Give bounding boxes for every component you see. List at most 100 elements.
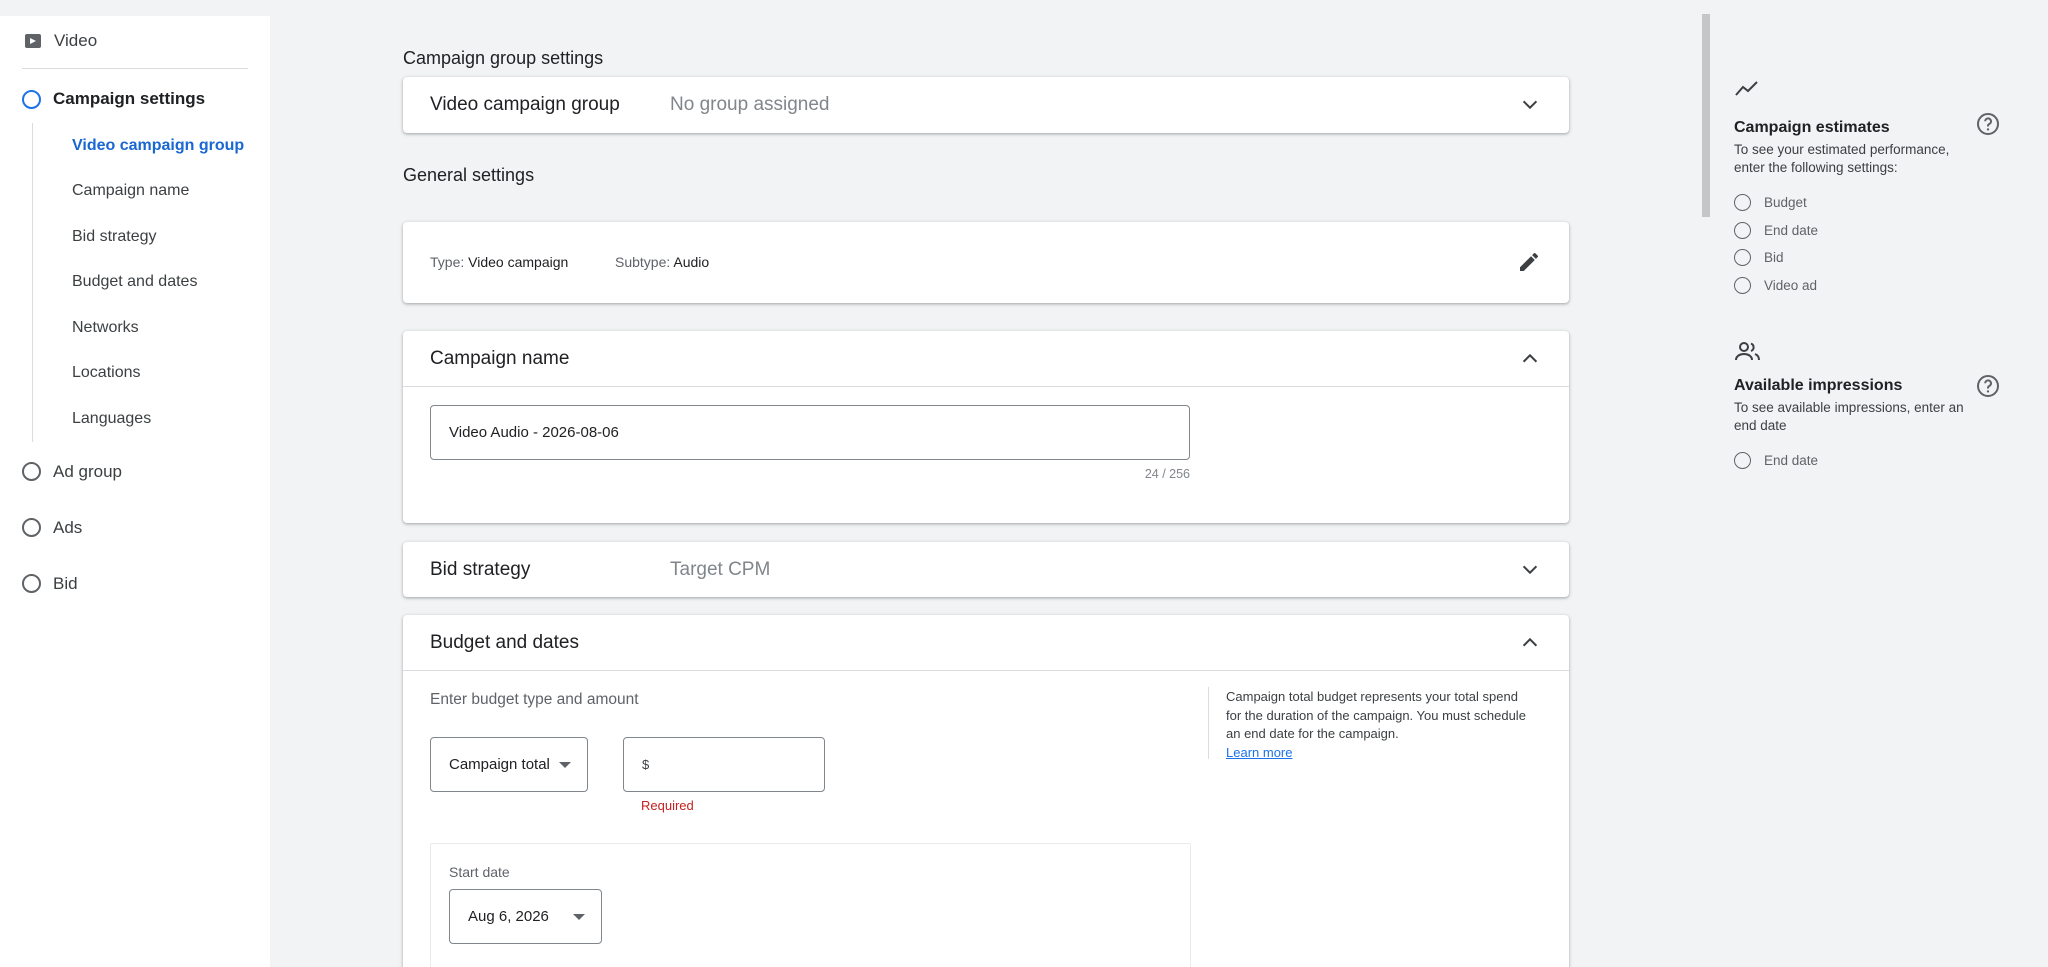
- nav-item-video-label: Video: [54, 31, 98, 50]
- learn-more-link[interactable]: Learn more: [1226, 744, 1536, 763]
- nav-item-video[interactable]: Video: [0, 16, 270, 66]
- budget-header[interactable]: Budget and dates: [403, 615, 1569, 670]
- campaign-name-card: Campaign name Video Audio - 2026-08-06 2…: [403, 331, 1569, 523]
- campaign-name-input[interactable]: Video Audio - 2026-08-06: [430, 405, 1190, 460]
- estimate-item-end-date: End date: [1734, 217, 1974, 245]
- subnav-item-languages[interactable]: Languages: [72, 396, 270, 442]
- required-error: Required: [641, 798, 694, 813]
- subtype-label: Subtype:: [615, 254, 671, 270]
- campaign-group-row[interactable]: Video campaign group No group assigned: [403, 77, 1569, 132]
- estimate-item-bid: Bid: [1734, 244, 1974, 272]
- campaign-group-value: No group assigned: [670, 93, 830, 115]
- budget-type-select[interactable]: Campaign total: [430, 737, 588, 792]
- impressions-checklist: End date: [1734, 447, 1974, 475]
- chevron-up-icon: [1522, 353, 1538, 362]
- impressions-item-end-date: End date: [1734, 447, 1974, 475]
- estimate-item-label: End date: [1764, 222, 1819, 238]
- subnav-item-locations[interactable]: Locations: [72, 351, 270, 397]
- step-circle-icon: [22, 462, 41, 481]
- campaign-name-header[interactable]: Campaign name: [403, 331, 1569, 386]
- people-icon: [1735, 342, 1760, 361]
- nav-divider: [22, 68, 248, 69]
- step-circle-icon: [22, 518, 41, 537]
- budget-and-dates-card: Budget and dates Enter budget type and a…: [403, 615, 1569, 967]
- bid-strategy-label: Bid strategy: [430, 558, 531, 580]
- general-settings-title: General settings: [403, 165, 535, 185]
- campaign-type-card: Type: Video campaign Subtype: Audio: [403, 222, 1569, 303]
- estimate-item-video-ad: Video ad: [1734, 272, 1974, 300]
- budget-type-value: Campaign total: [449, 756, 550, 773]
- radio-empty-icon: [1734, 221, 1751, 239]
- available-impressions-panel: Available impressions To see available i…: [1734, 340, 1974, 475]
- nav-step-campaign-settings[interactable]: Campaign settings: [0, 75, 270, 123]
- bid-strategy-card: Bid strategy Target CPM: [403, 542, 1569, 597]
- campaign-estimates-desc: To see your estimated performance, enter…: [1734, 142, 1950, 175]
- campaign-name-title: Campaign name: [430, 347, 570, 369]
- campaign-type: Type: Video campaign: [430, 254, 568, 270]
- budget-title: Budget and dates: [430, 631, 579, 653]
- subnav-item-budget-and-dates[interactable]: Budget and dates: [72, 260, 270, 306]
- subnav-item-video-campaign-group[interactable]: Video campaign group: [72, 123, 270, 169]
- estimate-item-label: Budget: [1764, 195, 1807, 211]
- edit-pencil-icon[interactable]: [1517, 250, 1541, 274]
- chevron-down-icon: [1522, 565, 1538, 574]
- subnav-item-bid-strategy[interactable]: Bid strategy: [72, 214, 270, 260]
- nav-step-ads[interactable]: Ads: [0, 500, 270, 556]
- campaign-settings-subnav: Video campaign group Campaign name Bid s…: [32, 123, 270, 442]
- type-label: Type:: [430, 254, 465, 270]
- radio-empty-icon: [1734, 249, 1751, 267]
- header-divider: [403, 386, 1569, 387]
- nav-step-label: Ads: [53, 517, 83, 537]
- bid-strategy-row[interactable]: Bid strategy Target CPM: [403, 542, 1569, 597]
- trending-line-icon: [1735, 81, 1758, 96]
- radio-empty-icon: [1734, 194, 1751, 212]
- budget-prompt: Enter budget type and amount: [430, 691, 639, 708]
- estimate-item-label: Bid: [1764, 250, 1784, 266]
- subnav-item-campaign-name[interactable]: Campaign name: [72, 169, 270, 215]
- type-value: Video campaign: [468, 254, 569, 270]
- help-circle-icon[interactable]: [1976, 112, 2000, 136]
- start-date-select[interactable]: Aug 6, 2026: [449, 889, 602, 944]
- estimate-item-label: Video ad: [1764, 277, 1818, 293]
- campaign-estimates-title: Campaign estimates: [1734, 119, 1890, 136]
- dropdown-arrow-icon: [559, 761, 571, 768]
- start-date-label: Start date: [449, 864, 510, 880]
- header-divider: [403, 670, 1569, 671]
- estimate-item-budget: Budget: [1734, 189, 1974, 217]
- nav-step-label: Ad group: [53, 461, 122, 481]
- nav-step-ad-group[interactable]: Ad group: [0, 444, 270, 500]
- step-circle-icon: [22, 89, 41, 109]
- help-circle-icon[interactable]: [1976, 374, 2000, 398]
- budget-help-text: Campaign total budget represents your to…: [1226, 688, 1536, 762]
- impressions-item-label: End date: [1764, 453, 1819, 469]
- available-impressions-title: Available impressions: [1734, 377, 1903, 394]
- chevron-up-icon: [1522, 637, 1538, 646]
- left-navigation: Video Campaign settings Video campaign g…: [0, 16, 270, 967]
- available-impressions-desc: To see available impressions, enter an e…: [1734, 400, 1964, 433]
- vertical-divider: [1208, 687, 1209, 759]
- campaign-group-card: Video campaign group No group assigned: [403, 77, 1569, 133]
- campaign-subtype: Subtype: Audio: [615, 254, 709, 270]
- budget-help-body: Campaign total budget represents your to…: [1226, 689, 1526, 741]
- step-circle-icon: [22, 574, 41, 593]
- nav-step-label: Bid: [53, 573, 78, 593]
- chevron-down-icon: [1522, 100, 1538, 109]
- subnav-item-networks[interactable]: Networks: [72, 305, 270, 351]
- campaign-estimates-panel: Campaign estimates To see your estimated…: [1734, 78, 1974, 299]
- currency-symbol: $: [642, 757, 650, 772]
- start-date-panel: Start date Aug 6, 2026: [430, 843, 1191, 967]
- subtype-value: Audio: [673, 254, 710, 270]
- bid-strategy-value: Target CPM: [670, 558, 771, 580]
- scrollbar-thumb[interactable]: [1702, 14, 1710, 217]
- campaign-group-label: Video campaign group: [430, 93, 620, 115]
- start-date-value: Aug 6, 2026: [468, 908, 549, 925]
- budget-amount-input[interactable]: $: [623, 737, 825, 792]
- estimates-checklist: Budget End date Bid Video ad: [1734, 189, 1974, 299]
- nav-step-bid[interactable]: Bid: [0, 556, 270, 612]
- videocam-icon: [24, 32, 42, 50]
- nav-step-label: Campaign settings: [53, 89, 206, 108]
- campaign-group-section-title: Campaign group settings: [403, 48, 604, 68]
- radio-empty-icon: [1734, 452, 1751, 470]
- character-counter: 24 / 256: [1144, 467, 1190, 481]
- radio-empty-icon: [1734, 276, 1751, 294]
